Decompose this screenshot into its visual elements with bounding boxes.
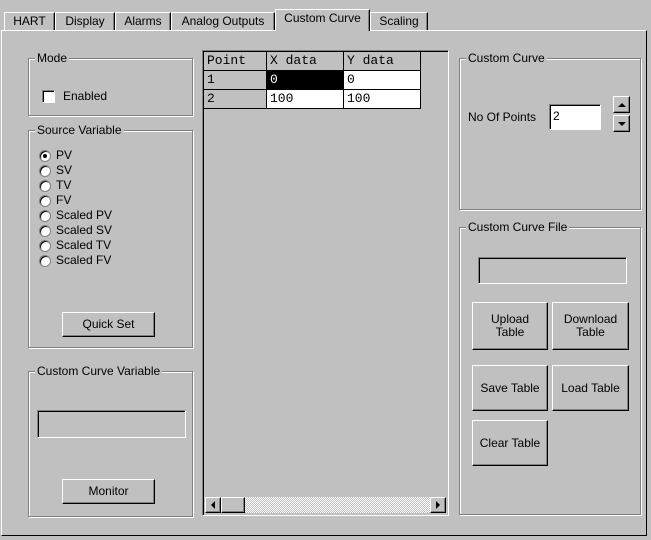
source-variable-group: Source Variable PV SV TV FV Scaled PV Scaled … [28, 123, 193, 348]
radio-button-icon[interactable] [39, 179, 51, 192]
table-row-2-point: 2 [204, 90, 267, 109]
table-row-2-x[interactable]: 100 [267, 90, 344, 109]
radio-label: PV [56, 148, 73, 162]
table-row-1-point: 1 [204, 71, 267, 90]
custom-curve-file-field [478, 257, 627, 284]
custom-curve-variable-title: Custom Curve Variable [35, 364, 163, 378]
custom-curve-group: Custom Curve No Of Points 2 [459, 51, 641, 210]
arrow-up-icon [617, 102, 626, 107]
custom-curve-title: Custom Curve [466, 51, 547, 65]
tab-analog-outputs[interactable]: Analog Outputs [171, 12, 275, 30]
radio-label: Scaled SV [56, 223, 113, 237]
chevron-right-icon [436, 501, 440, 509]
radio-button-icon[interactable] [39, 254, 51, 267]
custom-curve-variable-group: Custom Curve Variable Monitor [28, 364, 193, 517]
no-of-points-down-button[interactable] [613, 115, 630, 132]
arrow-down-icon [617, 121, 626, 126]
source-variable-title: Source Variable [35, 123, 124, 137]
mode-group: Mode Enabled [28, 51, 193, 116]
source-radio-pv[interactable]: PV [39, 149, 72, 162]
table-row-1-y[interactable]: 0 [344, 71, 421, 90]
radio-label: Scaled FV [56, 253, 112, 267]
scroll-thumb[interactable] [221, 497, 245, 513]
download-table-button[interactable]: Download Table [552, 302, 629, 350]
source-radio-tv[interactable]: TV [39, 179, 71, 192]
table-row-2-y[interactable]: 100 [344, 90, 421, 109]
monitor-button[interactable]: Monitor [62, 479, 155, 504]
radio-button-icon[interactable] [39, 209, 51, 222]
radio-label: Scaled TV [56, 238, 112, 252]
tab-scaling[interactable]: Scaling [370, 12, 428, 30]
load-table-button[interactable]: Load Table [552, 365, 629, 411]
radio-button-icon[interactable] [39, 194, 51, 207]
save-table-button[interactable]: Save Table [472, 365, 548, 411]
tab-display[interactable]: Display [55, 12, 115, 30]
radio-label: TV [56, 178, 72, 192]
tab-strip: HART Display Alarms Analog Outputs Custo… [0, 0, 651, 31]
enabled-checkbox[interactable] [42, 90, 55, 103]
source-radio-scaled-pv[interactable]: Scaled PV [39, 209, 112, 222]
radio-button-icon[interactable] [39, 239, 51, 252]
table-header-y: Y data [344, 52, 421, 71]
no-of-points-label: No Of Points [468, 110, 537, 124]
tab-custom-curve[interactable]: Custom Curve [275, 9, 370, 31]
custom-curve-variable-field [37, 410, 186, 438]
radio-button-icon[interactable] [39, 149, 51, 162]
no-of-points-input[interactable]: 2 [549, 104, 601, 130]
custom-curve-file-title: Custom Curve File [466, 220, 570, 234]
radio-button-icon[interactable] [39, 164, 51, 177]
chevron-left-icon [211, 501, 215, 509]
scroll-left-button[interactable] [205, 497, 221, 513]
scroll-right-button[interactable] [430, 497, 446, 513]
enabled-label: Enabled [63, 89, 108, 103]
source-radio-sv[interactable]: SV [39, 164, 72, 177]
radio-label: Scaled PV [56, 208, 113, 222]
source-radio-scaled-tv[interactable]: Scaled TV [39, 239, 111, 252]
radio-button-icon[interactable] [39, 224, 51, 237]
tab-hart[interactable]: HART [4, 12, 55, 30]
mode-group-title: Mode [35, 51, 70, 65]
table-horizontal-scrollbar[interactable] [205, 497, 446, 513]
custom-curve-table[interactable]: Point X data Y data 1 0 0 2 100 100 [202, 50, 449, 516]
radio-label: SV [56, 163, 73, 177]
table-header-point: Point [204, 52, 267, 71]
clear-table-button[interactable]: Clear Table [472, 420, 548, 466]
table-header-x: X data [267, 52, 344, 71]
custom-curve-file-group: Custom Curve File Upload Table Download … [459, 220, 641, 515]
table-row-1-x[interactable]: 0 [267, 71, 344, 90]
source-radio-scaled-fv[interactable]: Scaled FV [39, 254, 111, 267]
upload-table-button[interactable]: Upload Table [472, 302, 548, 350]
radio-label: FV [56, 193, 72, 207]
tab-alarms[interactable]: Alarms [115, 12, 171, 30]
source-radio-scaled-sv[interactable]: Scaled SV [39, 224, 112, 237]
quick-set-button[interactable]: Quick Set [62, 312, 155, 337]
no-of-points-up-button[interactable] [613, 96, 630, 113]
source-radio-fv[interactable]: FV [39, 194, 71, 207]
